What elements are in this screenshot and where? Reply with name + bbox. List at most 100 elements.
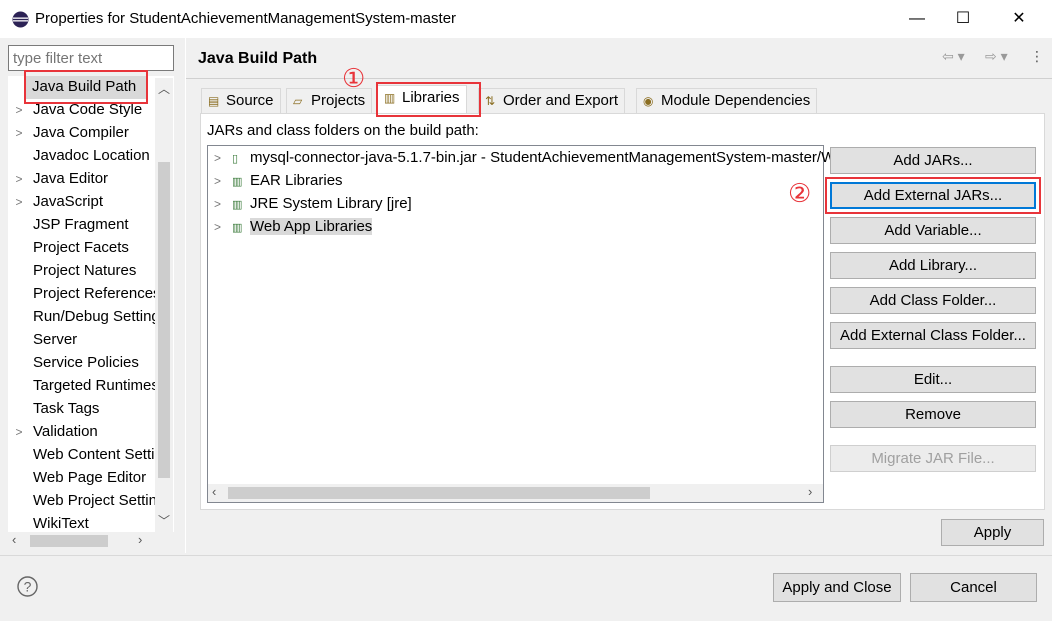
tree-item-label: Service Policies (33, 354, 139, 371)
tree-item-label: Web Page Editor (33, 469, 147, 486)
tree-item-label: Validation (33, 423, 98, 440)
tree-item-label: JSP Fragment (33, 216, 129, 233)
back-nav-icon[interactable]: ⇦ ▾ (942, 48, 965, 65)
tab-label: Source (226, 92, 274, 109)
source-folder-icon: ▤ (208, 94, 220, 108)
entry-label: EAR Libraries (250, 172, 343, 189)
tree-item[interactable]: Project Natures (8, 260, 155, 283)
entry-label: JRE System Library [jre] (250, 195, 412, 212)
list-hscroll-thumb[interactable] (228, 487, 650, 499)
annotation-highlight-2 (825, 177, 1041, 214)
tree-item-label: Project Facets (33, 239, 129, 256)
tree-item[interactable]: Web Page Editor (8, 467, 155, 490)
menu-icon[interactable]: ⋮ (1030, 48, 1044, 65)
jar-icon: ▯ (232, 153, 239, 165)
tree-item-label: Run/Debug Settings (33, 308, 155, 325)
cancel-button[interactable]: Cancel (910, 573, 1037, 602)
list-horizontal-scrollbar[interactable]: ‹ › (208, 484, 823, 502)
divider (185, 38, 186, 553)
filter-input[interactable] (8, 45, 174, 71)
chevron-right-icon[interactable]: > (214, 193, 232, 215)
annotation-number-2: ② (788, 178, 812, 208)
tree-item[interactable]: Javadoc Location (8, 145, 155, 168)
chevron-right-icon[interactable]: > (214, 170, 232, 192)
add-library-button[interactable]: Add Library... (830, 252, 1036, 279)
tab-order-and-export[interactable]: ⇅ Order and Export (478, 88, 626, 113)
folder-icon: ▱ (293, 94, 303, 108)
chevron-right-icon[interactable]: > (214, 147, 232, 169)
tab-label: Module Dependencies (661, 92, 811, 109)
tree-item[interactable]: Project Facets (8, 237, 155, 260)
entry-label: Web App Libraries (250, 218, 373, 235)
minimize-button[interactable]: — (894, 4, 940, 34)
scroll-up-icon[interactable]: ︿ (158, 80, 170, 97)
build-path-list: > ▯ mysql-connector-java-5.1.7-bin.jar - S… (207, 145, 991, 503)
scroll-left-icon[interactable]: ‹ (12, 532, 16, 547)
chevron-right-icon[interactable]: > (214, 216, 232, 238)
tree-item-label: Project References (33, 285, 155, 302)
help-icon[interactable]: ? (17, 576, 38, 597)
remove-button[interactable]: Remove (830, 401, 1036, 428)
add-jars-button[interactable]: Add JARs... (830, 147, 1036, 174)
add-variable-button[interactable]: Add Variable... (830, 217, 1036, 244)
annotation-number-1: ① (342, 63, 366, 93)
apply-button[interactable]: Apply (941, 519, 1044, 546)
tree-item-label: Web Project Settings (33, 492, 155, 509)
tree-item-label: Web Content Settings (33, 446, 155, 463)
tab-label: Projects (311, 92, 366, 109)
tab-module-dependencies[interactable]: ◉ Module Dependencies (636, 88, 818, 113)
tree-hscroll-thumb[interactable] (30, 535, 108, 547)
tab-label: Order and Export (503, 92, 619, 109)
migrate-jar-button: Migrate JAR File... (830, 445, 1036, 472)
chevron-right-icon[interactable]: > (8, 421, 30, 443)
build-path-entry[interactable]: > ▥ EAR Libraries (214, 170, 343, 192)
library-icon: ▥ (232, 199, 243, 211)
preference-tree: Java Build Path > Java Code Style > Java Com… (8, 76, 174, 550)
tree-item[interactable]: > Validation (8, 421, 155, 444)
scroll-left-icon[interactable]: ‹ (212, 484, 216, 499)
tree-item-label: Java Editor (33, 170, 109, 187)
tree-item[interactable]: Run/Debug Settings (8, 306, 155, 329)
tree-item[interactable]: > Java Editor (8, 168, 155, 191)
build-path-entry[interactable]: > ▥ JRE System Library [jre] (214, 193, 412, 215)
tree-item-label: Task Tags (33, 400, 100, 417)
forward-nav-icon[interactable]: ⇨ ▾ (985, 48, 1008, 65)
tree-item[interactable]: Service Policies (8, 352, 155, 375)
tree-item[interactable]: Server (8, 329, 155, 352)
tree-item[interactable]: JSP Fragment (8, 214, 155, 237)
tree-horizontal-scrollbar[interactable]: ‹ › (8, 532, 174, 550)
tree-item-label: Project Natures (33, 262, 137, 279)
chevron-right-icon[interactable]: > (8, 122, 30, 144)
add-external-class-folder-button[interactable]: Add External Class Folder... (830, 322, 1036, 349)
add-class-folder-button[interactable]: Add Class Folder... (830, 287, 1036, 314)
tree-item[interactable]: > JavaScript (8, 191, 155, 214)
scroll-right-icon[interactable]: › (808, 484, 812, 499)
scroll-down-icon[interactable]: ﹀ (158, 512, 170, 529)
tab-source[interactable]: ▤ Source (201, 88, 281, 113)
title-bar: Properties for StudentAchievementManagem… (0, 0, 1052, 38)
tree-item[interactable]: Task Tags (8, 398, 155, 421)
tree-item[interactable]: Web Content Settings (8, 444, 155, 467)
close-button[interactable]: ✕ (996, 4, 1042, 34)
scroll-right-icon[interactable]: › (138, 532, 142, 547)
tree-scroll-thumb[interactable] (158, 162, 170, 478)
tree-item-label: Server (33, 331, 78, 348)
tree-item-label: Javadoc Location (33, 147, 150, 164)
build-path-entry[interactable]: > ▥ Web App Libraries (214, 216, 373, 238)
library-icon: ▥ (232, 176, 243, 188)
window-title: Properties for StudentAchievementManagem… (35, 10, 457, 27)
order-icon: ⇅ (485, 94, 496, 108)
tree-item[interactable]: > Java Compiler (8, 122, 155, 145)
library-icon: ▥ (232, 222, 243, 234)
maximize-button[interactable]: ☐ (940, 4, 986, 34)
edit-button[interactable]: Edit... (830, 366, 1036, 393)
tree-item[interactable]: Targeted Runtimes (8, 375, 155, 398)
tree-item[interactable]: Web Project Settings (8, 490, 155, 513)
chevron-right-icon[interactable]: > (8, 191, 30, 213)
apply-and-close-button[interactable]: Apply and Close (773, 573, 901, 602)
eclipse-logo-icon (12, 11, 29, 28)
tree-item[interactable]: Project References (8, 283, 155, 306)
chevron-right-icon[interactable]: > (8, 168, 30, 190)
tree-item-label: JavaScript (33, 193, 104, 210)
tree-item-label: Targeted Runtimes (33, 377, 155, 394)
